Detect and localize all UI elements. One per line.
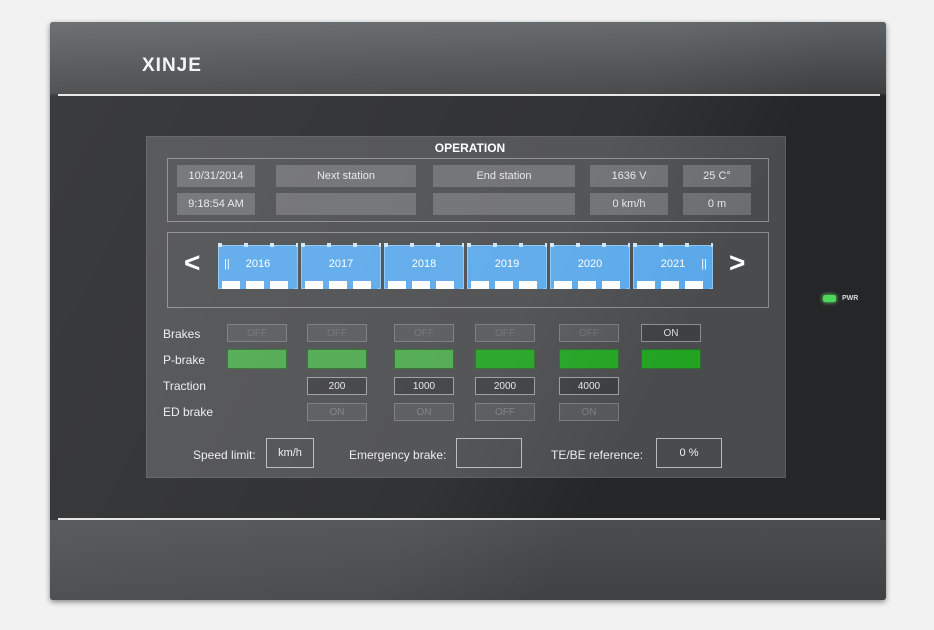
temperature-display: 25 C° xyxy=(683,165,751,187)
power-label: PWR xyxy=(842,295,859,302)
brakes-label: Brakes xyxy=(163,327,201,341)
traction-value-4[interactable]: 4000 xyxy=(559,377,619,395)
pbrake-indicator-3[interactable] xyxy=(394,349,454,369)
traction-value-1[interactable]: 200 xyxy=(307,377,367,395)
year-label: 2019 xyxy=(494,258,520,270)
timeline-item-2021[interactable]: 2021 || xyxy=(633,243,713,289)
voltage-display: 1636 V xyxy=(590,165,668,187)
next-arrow-icon[interactable]: > xyxy=(729,247,745,279)
distance-display: 0 m xyxy=(683,193,751,215)
traction-label: Traction xyxy=(163,379,206,393)
brake-toggle-1[interactable]: OFF xyxy=(227,324,287,342)
edbrake-toggle-1[interactable]: ON xyxy=(307,403,367,421)
hmi-device: XINJE PWR OPERATION 10/31/2014 9:18:54 A… xyxy=(50,22,886,600)
pbrake-indicator-6[interactable] xyxy=(641,349,701,369)
brake-toggle-5[interactable]: OFF xyxy=(559,324,619,342)
speed-limit-field[interactable]: km/h xyxy=(266,438,314,468)
emergency-brake-label: Emergency brake: xyxy=(349,448,447,462)
brand-logo: XINJE xyxy=(142,55,202,76)
brake-toggle-2[interactable]: OFF xyxy=(307,324,367,342)
screen-title: OPERATION xyxy=(434,141,506,155)
pbrake-indicator-1[interactable] xyxy=(227,349,287,369)
year-label: 2016 xyxy=(245,258,271,270)
edbrake-label: ED brake xyxy=(163,405,214,419)
bezel-bottom xyxy=(50,520,886,600)
year-label: 2018 xyxy=(411,258,437,270)
hmi-screen: OPERATION 10/31/2014 9:18:54 AM Next sta… xyxy=(146,136,786,478)
pbrake-label: P-brake xyxy=(163,353,206,367)
edbrake-toggle-3[interactable]: OFF xyxy=(475,403,535,421)
brake-toggle-3[interactable]: OFF xyxy=(394,324,454,342)
timeline-item-2018[interactable]: 2018 xyxy=(384,243,464,289)
timeline-panel: < || 2016 2017 2018 2019 2020 2021 || > xyxy=(167,232,769,308)
brake-toggle-6[interactable]: ON xyxy=(641,324,701,342)
traction-value-2[interactable]: 1000 xyxy=(394,377,454,395)
next-station-value xyxy=(276,193,416,215)
timeline-item-2019[interactable]: 2019 xyxy=(467,243,547,289)
edbrake-toggle-2[interactable]: ON xyxy=(394,403,454,421)
date-display: 10/31/2014 xyxy=(177,165,255,187)
power-led-icon xyxy=(823,295,836,302)
prev-arrow-icon[interactable]: < xyxy=(184,247,200,279)
power-indicator: PWR xyxy=(823,295,858,302)
year-label: 2020 xyxy=(577,258,603,270)
emergency-brake-field[interactable] xyxy=(456,438,522,468)
brake-toggle-4[interactable]: OFF xyxy=(475,324,535,342)
time-display: 9:18:54 AM xyxy=(177,193,255,215)
speed-limit-label: Speed limit: xyxy=(193,448,256,462)
speed-display: 0 km/h xyxy=(590,193,668,215)
traction-value-3[interactable]: 2000 xyxy=(475,377,535,395)
pause-marker-right: || xyxy=(701,258,707,270)
end-station-value xyxy=(433,193,575,215)
pbrake-indicator-4[interactable] xyxy=(475,349,535,369)
te-be-reference-label: TE/BE reference: xyxy=(551,448,644,462)
pbrake-indicator-5[interactable] xyxy=(559,349,619,369)
end-station-label: End station xyxy=(433,165,575,187)
timeline-item-2017[interactable]: 2017 xyxy=(301,243,381,289)
te-be-reference-field[interactable]: 0 % xyxy=(656,438,722,468)
timeline-item-2020[interactable]: 2020 xyxy=(550,243,630,289)
info-panel: 10/31/2014 9:18:54 AM Next station End s… xyxy=(167,158,769,222)
year-label: 2017 xyxy=(328,258,354,270)
pbrake-indicator-2[interactable] xyxy=(307,349,367,369)
edbrake-toggle-4[interactable]: ON xyxy=(559,403,619,421)
next-station-label: Next station xyxy=(276,165,416,187)
timeline-item-2016[interactable]: || 2016 xyxy=(218,243,298,289)
